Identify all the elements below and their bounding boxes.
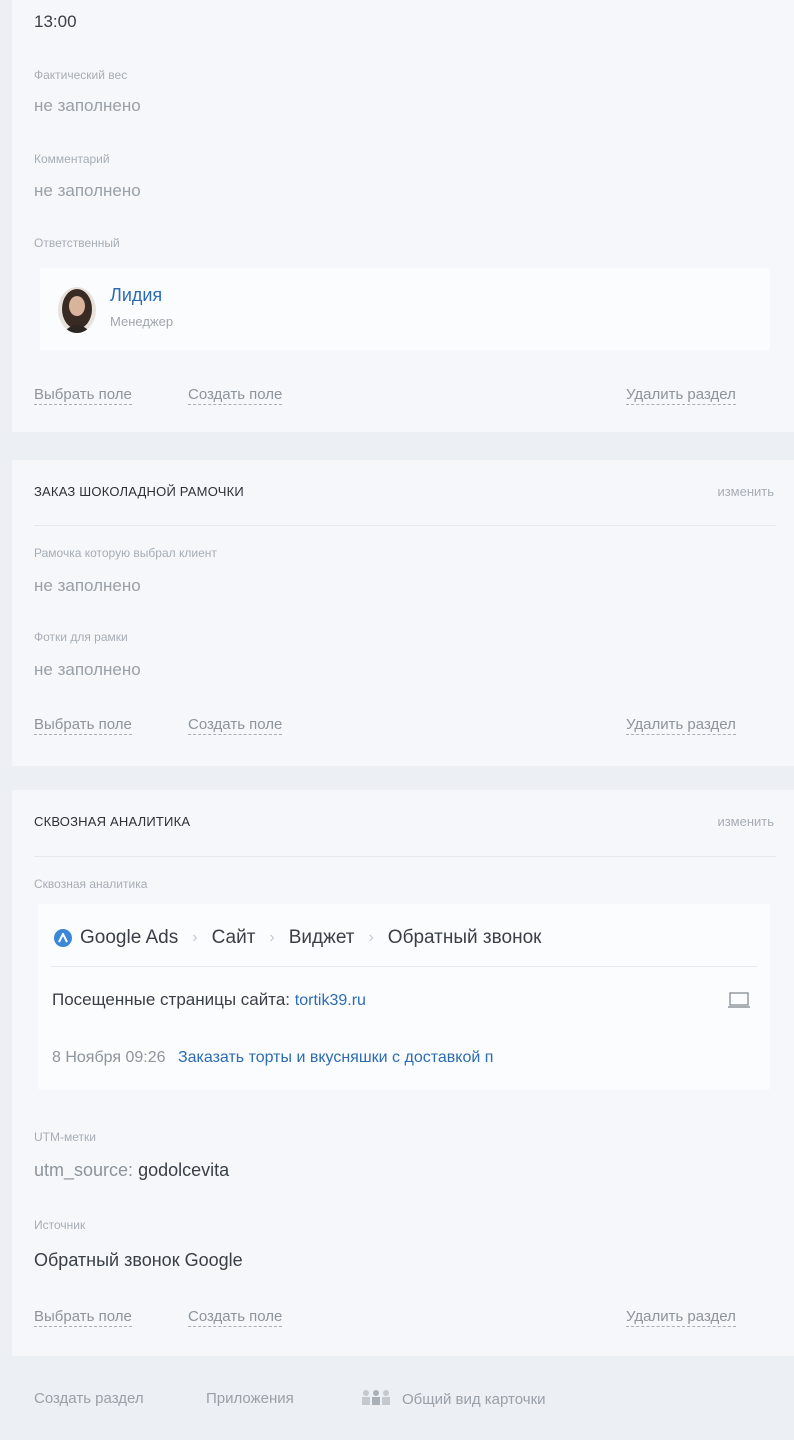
responsible-label: Ответственный <box>34 236 120 250</box>
chevron-right-icon: › <box>269 929 275 946</box>
utm-value: godolcevita <box>138 1160 230 1180</box>
visited-pages-label: Посещенные страницы сайта: <box>52 990 291 1009</box>
delete-section-link[interactable]: Удалить раздел <box>626 716 736 735</box>
analytics-box: Google Ads › Сайт › Виджет › Обратный зв… <box>38 904 770 1090</box>
monitor-icon[interactable] <box>728 992 750 1008</box>
edit-section-link[interactable]: изменить <box>717 814 774 829</box>
source-label: Источник <box>34 1218 86 1232</box>
divider <box>34 856 776 857</box>
visit-entry: 8 Ноября 09:26 Заказать торты и вкусняшк… <box>52 1049 758 1067</box>
responsible-user-card[interactable]: Лидия Менеджер <box>40 268 770 350</box>
divider <box>34 525 776 526</box>
applications-link[interactable]: Приложения <box>206 1390 294 1407</box>
chevron-right-icon: › <box>192 929 198 946</box>
chevron-right-icon: › <box>368 929 374 946</box>
frame-order-section-card: ЗАКАЗ ШОКОЛАДНОЙ РАМОЧКИ изменить Рамочк… <box>12 460 794 766</box>
path-step-site: Сайт <box>211 927 256 948</box>
visited-pages-row: Посещенные страницы сайта: tortik39.ru <box>52 990 366 1010</box>
analytics-label: Сквозная аналитика <box>34 877 148 891</box>
divider <box>50 966 758 967</box>
section-title: СКВОЗНАЯ АНАЛИТИКА <box>34 814 191 829</box>
create-section-link[interactable]: Создать раздел <box>34 1390 144 1407</box>
select-field-link[interactable]: Выбрать поле <box>34 386 132 405</box>
comment-label: Комментарий <box>34 152 110 166</box>
users-icon <box>358 1388 394 1410</box>
responsible-name[interactable]: Лидия <box>110 285 162 306</box>
comment-value[interactable]: не заполнено <box>34 181 141 201</box>
visit-time: 8 Ноября 09:26 <box>52 1049 166 1066</box>
delete-section-link[interactable]: Удалить раздел <box>626 1308 736 1327</box>
create-field-link[interactable]: Создать поле <box>188 386 283 405</box>
visit-page-link[interactable]: Заказать торты и вкусняшки с доставкой п <box>178 1049 493 1066</box>
path-step-widget: Виджет <box>288 927 355 948</box>
section-title: ЗАКАЗ ШОКОЛАДНОЙ РАМОЧКИ <box>34 484 244 499</box>
delete-section-link[interactable]: Удалить раздел <box>626 386 736 405</box>
select-field-link[interactable]: Выбрать поле <box>34 1308 132 1327</box>
frame-photos-value[interactable]: не заполнено <box>34 660 141 680</box>
select-field-link[interactable]: Выбрать поле <box>34 716 132 735</box>
frame-choice-label: Рамочка которую выбрал клиент <box>34 546 217 560</box>
frame-photos-label: Фотки для рамки <box>34 630 128 644</box>
edit-section-link[interactable]: изменить <box>717 484 774 499</box>
card-overview-button[interactable]: Общий вид карточки <box>358 1388 546 1410</box>
main-section-card: 13:00 Фактический вес не заполнено Комме… <box>12 0 794 432</box>
responsible-role: Менеджер <box>110 314 174 329</box>
time-value: 13:00 <box>34 12 77 31</box>
google-ads-icon <box>54 929 72 947</box>
actual-weight-value[interactable]: не заполнено <box>34 96 141 116</box>
path-step-callback: Обратный звонок <box>387 927 542 948</box>
visited-site-link[interactable]: tortik39.ru <box>295 992 366 1009</box>
source-value[interactable]: Обратный звонок Google <box>34 1250 243 1271</box>
utm-key: utm_source: <box>34 1160 134 1180</box>
avatar <box>58 287 96 333</box>
path-step-source: Google Ads <box>80 927 179 948</box>
actual-weight-label: Фактический вес <box>34 68 128 82</box>
create-field-link[interactable]: Создать поле <box>188 1308 283 1327</box>
utm-value-row[interactable]: utm_source: godolcevita <box>34 1160 229 1181</box>
create-field-link[interactable]: Создать поле <box>188 716 283 735</box>
frame-choice-value[interactable]: не заполнено <box>34 576 141 596</box>
analytics-section-card: СКВОЗНАЯ АНАЛИТИКА изменить Сквозная ана… <box>12 790 794 1356</box>
utm-label: UTM-метки <box>34 1130 96 1144</box>
traffic-path: Google Ads › Сайт › Виджет › Обратный зв… <box>54 926 541 950</box>
card-overview-label: Общий вид карточки <box>402 1390 546 1408</box>
